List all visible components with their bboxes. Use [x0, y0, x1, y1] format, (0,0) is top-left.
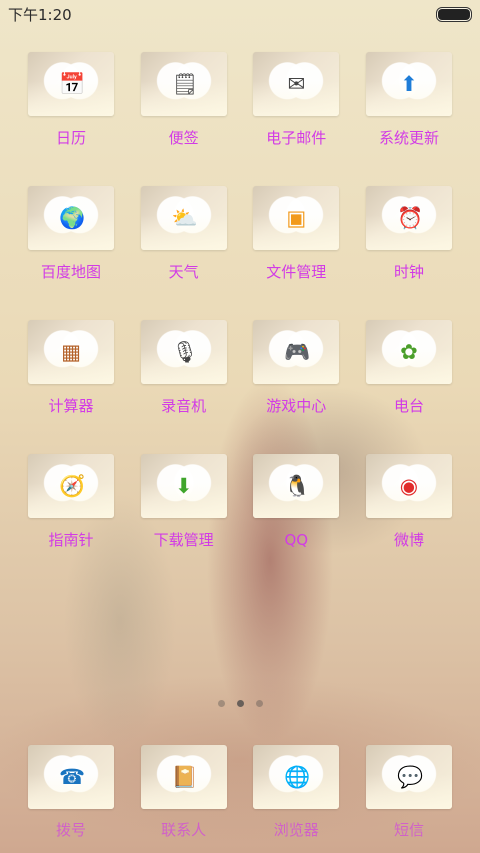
- app-label: 天气: [168, 263, 199, 281]
- map-globe-icon: 🌍: [59, 206, 86, 230]
- app-label: 时钟: [393, 263, 424, 281]
- app-tile: ⬆: [365, 52, 452, 116]
- app-tile: ▣: [253, 186, 340, 250]
- app-qq-penguin[interactable]: 🐧 QQ: [253, 454, 340, 549]
- app-tile: 🌐: [253, 745, 340, 809]
- game-center-icon: 🎮: [284, 340, 311, 364]
- app-label: 联系人: [161, 821, 207, 839]
- battery-level: [438, 9, 470, 20]
- download-icon: ⬇: [174, 474, 193, 498]
- app-label: 系统更新: [378, 129, 439, 147]
- app-sticky-note[interactable]: 🗒 便签: [140, 52, 227, 147]
- app-compass[interactable]: 🧭 指南针: [28, 454, 114, 549]
- status-bar: 下午1:20: [0, 0, 480, 28]
- app-tile: ✿: [365, 320, 452, 384]
- dock: ☎ 拨号 📔 联系人 🌐 浏览器 💬 短信: [0, 745, 480, 839]
- app-tile: 📔: [140, 745, 227, 809]
- mail-icon: ✉: [287, 72, 306, 96]
- app-update-arrow[interactable]: ⬆ 系统更新: [365, 52, 452, 147]
- app-label: 电子邮件: [266, 129, 327, 147]
- compass-icon: 🧭: [59, 474, 86, 498]
- calculator-icon: ▦: [61, 340, 81, 364]
- contacts-book-icon: 📔: [171, 765, 198, 789]
- app-phone[interactable]: ☎ 拨号: [28, 745, 114, 839]
- update-arrow-icon: ⬆: [400, 72, 418, 96]
- clock-icon: ⏰: [396, 206, 424, 230]
- app-weibo[interactable]: ◉ 微博: [365, 454, 452, 549]
- app-tile: 🎙: [140, 320, 227, 384]
- app-label: 便签: [168, 129, 199, 147]
- app-row: 📅 日历 🗒 便签 ✉ 电子邮件 ⬆ 系统更新: [0, 52, 480, 147]
- app-label: 指南针: [48, 531, 94, 549]
- page-indicator: [0, 700, 480, 707]
- app-recorder[interactable]: 🎙 录音机: [140, 320, 227, 415]
- app-calendar[interactable]: 📅 日历: [28, 52, 114, 147]
- app-tile: 🗒: [140, 52, 227, 116]
- app-tile: ⏰: [365, 186, 452, 250]
- browser-icon: 🌐: [284, 765, 311, 789]
- app-label: 浏览器: [273, 821, 319, 839]
- app-grid: 📅 日历 🗒 便签 ✉ 电子邮件 ⬆ 系统更新 🌍 百度地图 ⛅ 天气 ▣ 文件管理 ⏰ 时钟 ▦ 计算器 🎙 录音机…: [0, 52, 480, 588]
- app-browser[interactable]: 🌐 浏览器: [253, 745, 340, 839]
- app-label: 电台: [393, 397, 424, 415]
- sticky-note-icon: 🗒: [171, 72, 199, 96]
- app-label: 百度地图: [40, 263, 101, 281]
- app-row: 🌍 百度地图 ⛅ 天气 ▣ 文件管理 ⏰ 时钟: [0, 186, 480, 281]
- app-tile: ☎: [28, 745, 114, 809]
- app-label: 短信: [393, 821, 424, 839]
- app-tile: 💬: [365, 745, 452, 809]
- app-download[interactable]: ⬇ 下载管理: [140, 454, 227, 549]
- app-row: 🧭 指南针 ⬇ 下载管理 🐧 QQ ◉ 微博: [0, 454, 480, 549]
- message-icon: 💬: [396, 765, 424, 789]
- app-game-center[interactable]: 🎮 游戏中心: [253, 320, 340, 415]
- app-label: 拨号: [55, 821, 86, 839]
- weibo-icon: ◉: [399, 474, 419, 498]
- app-mail[interactable]: ✉ 电子邮件: [253, 52, 340, 147]
- app-label: 计算器: [48, 397, 94, 415]
- weather-icon: ⛅: [171, 206, 198, 230]
- app-calculator[interactable]: ▦ 计算器: [28, 320, 114, 415]
- app-map-globe[interactable]: 🌍 百度地图: [28, 186, 114, 281]
- app-tile: ▦: [28, 320, 114, 384]
- app-tile: ⬇: [140, 454, 227, 518]
- radio-icon: ✿: [400, 340, 418, 364]
- app-folder[interactable]: ▣ 文件管理: [253, 186, 340, 281]
- app-radio[interactable]: ✿ 电台: [365, 320, 452, 415]
- status-time: 下午1:20: [8, 6, 72, 24]
- page-dot[interactable]: [255, 700, 263, 707]
- app-label: QQ: [284, 531, 309, 549]
- app-label: 微博: [393, 531, 424, 549]
- recorder-icon: 🎙: [171, 340, 199, 364]
- app-tile: ◉: [365, 454, 452, 518]
- app-tile: 📅: [28, 52, 114, 116]
- calendar-icon: 📅: [59, 72, 86, 96]
- app-clock[interactable]: ⏰ 时钟: [365, 186, 452, 281]
- app-tile: ⛅: [140, 186, 227, 250]
- app-label: 日历: [55, 129, 86, 147]
- phone-icon: ☎: [59, 765, 86, 789]
- app-label: 游戏中心: [266, 397, 327, 415]
- app-label: 录音机: [161, 397, 207, 415]
- app-weather[interactable]: ⛅ 天气: [140, 186, 227, 281]
- app-tile: ✉: [253, 52, 340, 116]
- app-tile: 🐧: [253, 454, 340, 518]
- app-message[interactable]: 💬 短信: [365, 745, 452, 839]
- app-contacts-book[interactable]: 📔 联系人: [140, 745, 227, 839]
- app-tile: 🎮: [253, 320, 340, 384]
- page-dot[interactable]: [217, 700, 225, 707]
- qq-penguin-icon: 🐧: [284, 474, 311, 498]
- app-tile: 🌍: [28, 186, 114, 250]
- dock-row: ☎ 拨号 📔 联系人 🌐 浏览器 💬 短信: [0, 745, 480, 839]
- app-label: 文件管理: [266, 263, 327, 281]
- app-tile: 🧭: [28, 454, 114, 518]
- folder-icon: ▣: [286, 206, 307, 230]
- app-row: ▦ 计算器 🎙 录音机 🎮 游戏中心 ✿ 电台: [0, 320, 480, 415]
- app-label: 下载管理: [153, 531, 214, 549]
- battery-icon: [436, 7, 472, 22]
- page-dot[interactable]: [236, 700, 244, 707]
